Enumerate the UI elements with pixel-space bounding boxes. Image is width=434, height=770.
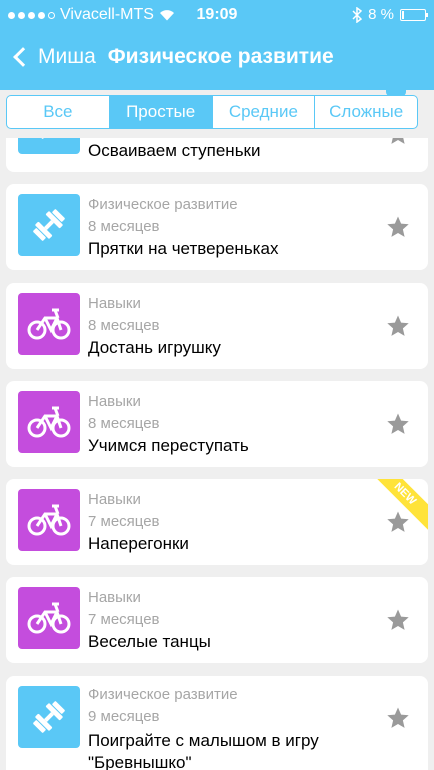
card-title: Наперегонки <box>88 534 189 553</box>
star-icon[interactable] <box>386 215 410 239</box>
activity-card[interactable]: Навыки 8 месяцев Достань игрушку <box>6 283 428 369</box>
dumbbell-icon <box>18 194 80 256</box>
back-button[interactable]: Миша <box>0 45 96 69</box>
card-title: Достань игрушку <box>88 338 221 357</box>
card-age: 9 месяцев <box>88 708 160 725</box>
card-age: 8 месяцев <box>88 415 160 432</box>
card-age: 7 месяцев <box>88 611 160 628</box>
card-category: Навыки <box>88 295 141 312</box>
bluetooth-icon <box>352 6 363 23</box>
card-title: Прятки на четвереньках <box>88 239 279 258</box>
chevron-left-icon <box>13 47 33 67</box>
card-category: Навыки <box>88 491 141 508</box>
activity-card[interactable]: Навыки 7 месяцев Веселые танцы <box>6 577 428 663</box>
card-title: Осваиваем ступеньки <box>88 141 261 160</box>
activity-card[interactable]: Навыки 8 месяцев Учимся переступать <box>6 381 428 467</box>
bicycle-icon <box>18 489 80 551</box>
battery-percent: 8 % <box>368 6 394 23</box>
battery-icon <box>400 8 428 21</box>
difficulty-segmented-control: Все Простые Средние Сложные <box>6 95 418 129</box>
app-header: Vivacell-MTS 19:09 8 % Миша Физическое р… <box>0 0 434 90</box>
card-age: 8 месяцев <box>88 317 160 334</box>
nav-bar: Миша Физическое развитие <box>0 34 434 80</box>
tab-medium[interactable]: Средние <box>211 96 315 128</box>
card-category: Навыки <box>88 393 141 410</box>
star-icon[interactable] <box>386 608 410 632</box>
activity-card[interactable]: NEW Навыки 7 месяцев Наперегонки <box>6 479 428 565</box>
activity-card[interactable]: Физическое развитие 8 месяцев Прятки на … <box>6 184 428 270</box>
star-icon[interactable] <box>386 412 410 436</box>
dumbbell-icon <box>18 686 80 748</box>
back-label: Миша <box>38 45 96 68</box>
pull-tab[interactable] <box>386 88 406 96</box>
page-title: Физическое развитие <box>107 45 334 68</box>
status-bar: Vivacell-MTS 19:09 8 % <box>0 0 434 30</box>
battery-info: 8 % <box>352 6 428 23</box>
difficulty-filter-bar: Все Простые Средние Сложные <box>0 90 434 138</box>
card-title: Учимся переступать <box>88 436 249 455</box>
tab-all[interactable]: Все <box>7 96 109 128</box>
bicycle-icon <box>18 293 80 355</box>
tab-hard[interactable]: Сложные <box>314 96 417 128</box>
bicycle-icon <box>18 587 80 649</box>
star-icon[interactable] <box>386 510 410 534</box>
star-icon[interactable] <box>386 314 410 338</box>
star-icon[interactable] <box>386 706 410 730</box>
tab-simple[interactable]: Простые <box>108 96 212 128</box>
card-title: Поиграйте с малышом в игру "Бревнышко" <box>88 731 319 770</box>
card-age: 7 месяцев <box>88 513 160 530</box>
card-category: Физическое развитие <box>88 686 238 703</box>
card-title: Веселые танцы <box>88 632 211 651</box>
bicycle-icon <box>18 391 80 453</box>
activity-card[interactable]: Физическое развитие 9 месяцев Поиграйте … <box>6 676 428 770</box>
card-category: Физическое развитие <box>88 196 238 213</box>
card-age: 8 месяцев <box>88 218 160 235</box>
card-category: Навыки <box>88 589 141 606</box>
